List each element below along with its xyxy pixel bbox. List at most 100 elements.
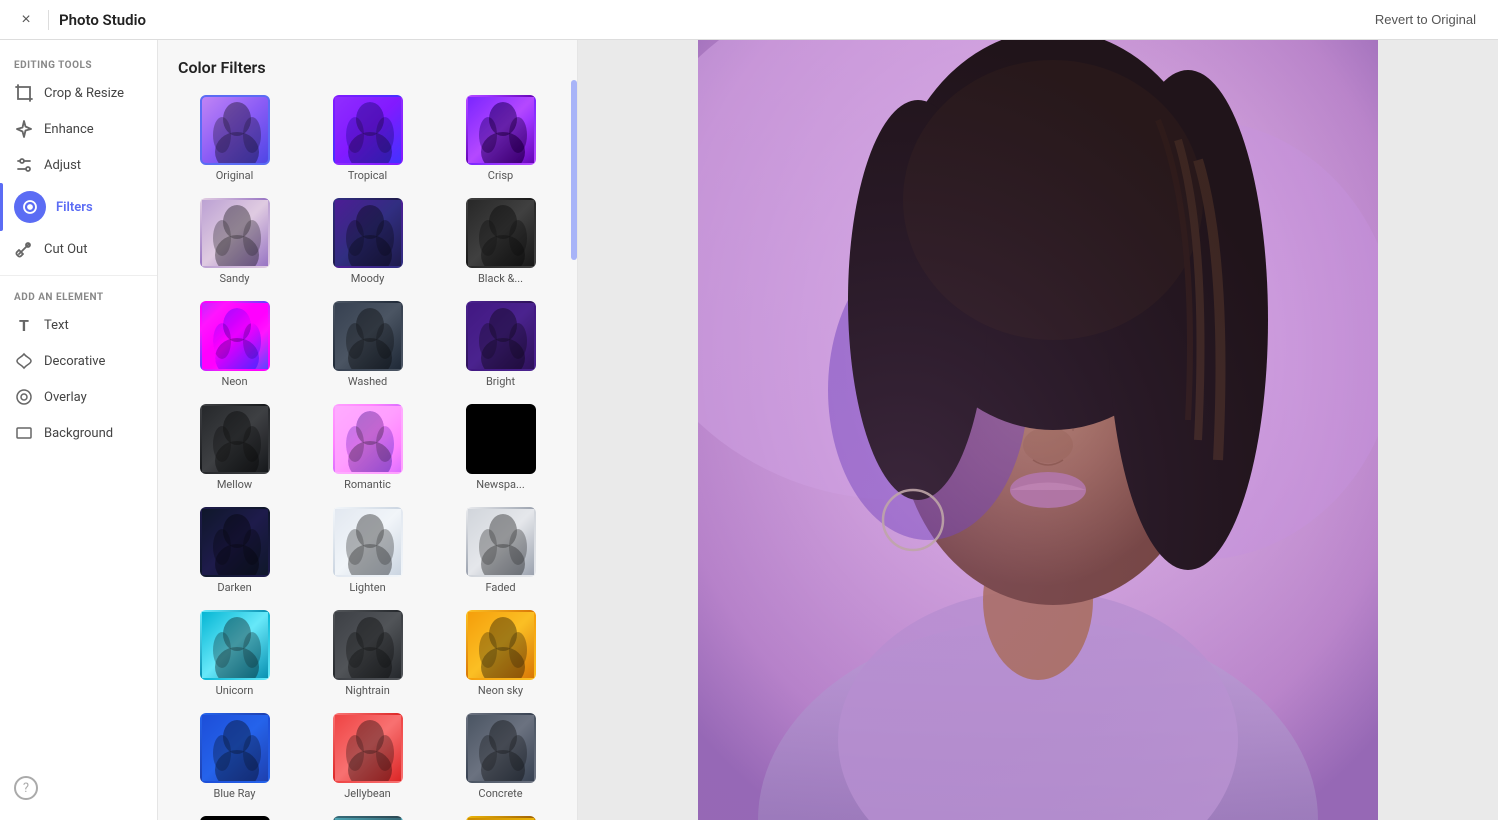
sidebar-enhance-label: Enhance (44, 122, 94, 137)
sidebar-item-cutout[interactable]: Cut Out (0, 231, 157, 267)
filter-label-newspaper: Newspa... (476, 478, 525, 491)
filter-item-crisp[interactable]: Crisp (438, 91, 563, 186)
cutout-icon (14, 239, 34, 259)
filter-label-romantic: Romantic (344, 478, 391, 491)
sidebar-item-crop[interactable]: Crop & Resize (0, 75, 157, 111)
filter-item-row8c[interactable] (438, 812, 563, 820)
sidebar-item-text[interactable]: T Text (0, 307, 157, 343)
filter-thumb-row8c (466, 816, 536, 820)
filter-item-blueray[interactable]: Blue Ray (172, 709, 297, 804)
sidebar-overlay-label: Overlay (44, 390, 87, 405)
filter-item-sandy[interactable]: Sandy (172, 194, 297, 289)
filters-grid-container[interactable]: Original Tropical Crisp Sandy Moody Blac… (158, 91, 577, 820)
filter-label-tropical: Tropical (348, 169, 387, 182)
preview-portrait (698, 40, 1378, 820)
revert-to-original-button[interactable]: Revert to Original (1367, 8, 1484, 31)
sidebar-crop-label: Crop & Resize (44, 86, 124, 101)
filter-item-newspaper[interactable]: Newspa... (438, 400, 563, 495)
filter-label-sandy: Sandy (220, 272, 250, 285)
filter-item-romantic[interactable]: Romantic (305, 400, 430, 495)
adjust-icon (14, 155, 34, 175)
filter-thumb-crisp (466, 95, 536, 165)
filter-item-mellow[interactable]: Mellow (172, 400, 297, 495)
filter-thumb-jellybean (333, 713, 403, 783)
main-layout: EDITING TOOLS Crop & Resize Enhance (0, 40, 1498, 820)
crop-icon (14, 83, 34, 103)
filter-item-row8a[interactable] (172, 812, 297, 820)
filter-item-concrete[interactable]: Concrete (438, 709, 563, 804)
sidebar: EDITING TOOLS Crop & Resize Enhance (0, 40, 158, 820)
sidebar-item-enhance[interactable]: Enhance (0, 111, 157, 147)
filter-thumb-tropical (333, 95, 403, 165)
filter-thumb-darken (200, 507, 270, 577)
filter-label-blueray: Blue Ray (213, 787, 255, 800)
filter-item-neonsky[interactable]: Neon sky (438, 606, 563, 701)
filter-thumb-newspaper (466, 404, 536, 474)
filter-item-moody[interactable]: Moody (305, 194, 430, 289)
filter-thumb-washed (333, 301, 403, 371)
filter-item-tropical[interactable]: Tropical (305, 91, 430, 186)
filter-label-nightrain: Nightrain (345, 684, 390, 697)
filter-thumb-mellow (200, 404, 270, 474)
filter-label-washed: Washed (348, 375, 387, 388)
editing-tools-label: EDITING TOOLS (0, 52, 157, 75)
decorative-icon (14, 351, 34, 371)
sidebar-adjust-label: Adjust (44, 158, 81, 173)
filter-label-darken: Darken (217, 581, 251, 594)
sidebar-cutout-label: Cut Out (44, 242, 87, 257)
filter-thumb-row8a (200, 816, 270, 820)
filter-item-neon[interactable]: Neon (172, 297, 297, 392)
filter-thumb-black (466, 198, 536, 268)
filter-item-original[interactable]: Original (172, 91, 297, 186)
topbar-divider (48, 10, 49, 30)
filters-grid: Original Tropical Crisp Sandy Moody Blac… (172, 91, 563, 820)
help-button[interactable]: ? (14, 776, 38, 800)
filter-item-row8b[interactable] (305, 812, 430, 820)
close-button[interactable]: × (14, 8, 38, 32)
sidebar-item-background[interactable]: Background (0, 415, 157, 451)
filter-item-faded[interactable]: Faded (438, 503, 563, 598)
filter-thumb-blueray (200, 713, 270, 783)
filters-active-circle (14, 191, 46, 223)
add-element-label: ADD AN ELEMENT (0, 284, 157, 307)
sidebar-text-label: Text (44, 318, 69, 333)
filter-label-faded: Faded (485, 581, 515, 594)
filter-thumb-concrete (466, 713, 536, 783)
sidebar-divider (0, 275, 157, 276)
filter-thumb-row8b (333, 816, 403, 820)
filter-item-darken[interactable]: Darken (172, 503, 297, 598)
topbar: × Photo Studio Revert to Original (0, 0, 1498, 40)
filter-item-jellybean[interactable]: Jellybean (305, 709, 430, 804)
filter-label-neonsky: Neon sky (478, 684, 523, 697)
enhance-icon (14, 119, 34, 139)
filter-label-lighten: Lighten (349, 581, 385, 594)
filter-item-black[interactable]: Black &... (438, 194, 563, 289)
filter-item-unicorn[interactable]: Unicorn (172, 606, 297, 701)
sidebar-item-filters[interactable]: Filters (0, 183, 157, 231)
filter-item-washed[interactable]: Washed (305, 297, 430, 392)
filter-thumb-original (200, 95, 270, 165)
filter-thumb-romantic (333, 404, 403, 474)
filter-thumb-neonsky (466, 610, 536, 680)
scroll-track (571, 40, 577, 820)
filter-item-bright[interactable]: Bright (438, 297, 563, 392)
filter-thumb-moody (333, 198, 403, 268)
filter-thumb-sandy (200, 198, 270, 268)
filter-label-mellow: Mellow (217, 478, 252, 491)
filter-item-lighten[interactable]: Lighten (305, 503, 430, 598)
scroll-thumb[interactable] (571, 80, 577, 260)
filter-thumb-neon (200, 301, 270, 371)
sidebar-item-overlay[interactable]: Overlay (0, 379, 157, 415)
filter-label-original: Original (216, 169, 254, 182)
filter-thumb-nightrain (333, 610, 403, 680)
filter-label-bright: Bright (486, 375, 515, 388)
sidebar-item-adjust[interactable]: Adjust (0, 147, 157, 183)
filter-thumb-lighten (333, 507, 403, 577)
filter-label-black: Black &... (478, 272, 523, 285)
filter-item-nightrain[interactable]: Nightrain (305, 606, 430, 701)
filters-panel-header: Color Filters (158, 40, 577, 91)
filter-thumb-unicorn (200, 610, 270, 680)
filter-label-unicorn: Unicorn (216, 684, 254, 697)
sidebar-item-decorative[interactable]: Decorative (0, 343, 157, 379)
filter-label-crisp: Crisp (488, 169, 513, 182)
